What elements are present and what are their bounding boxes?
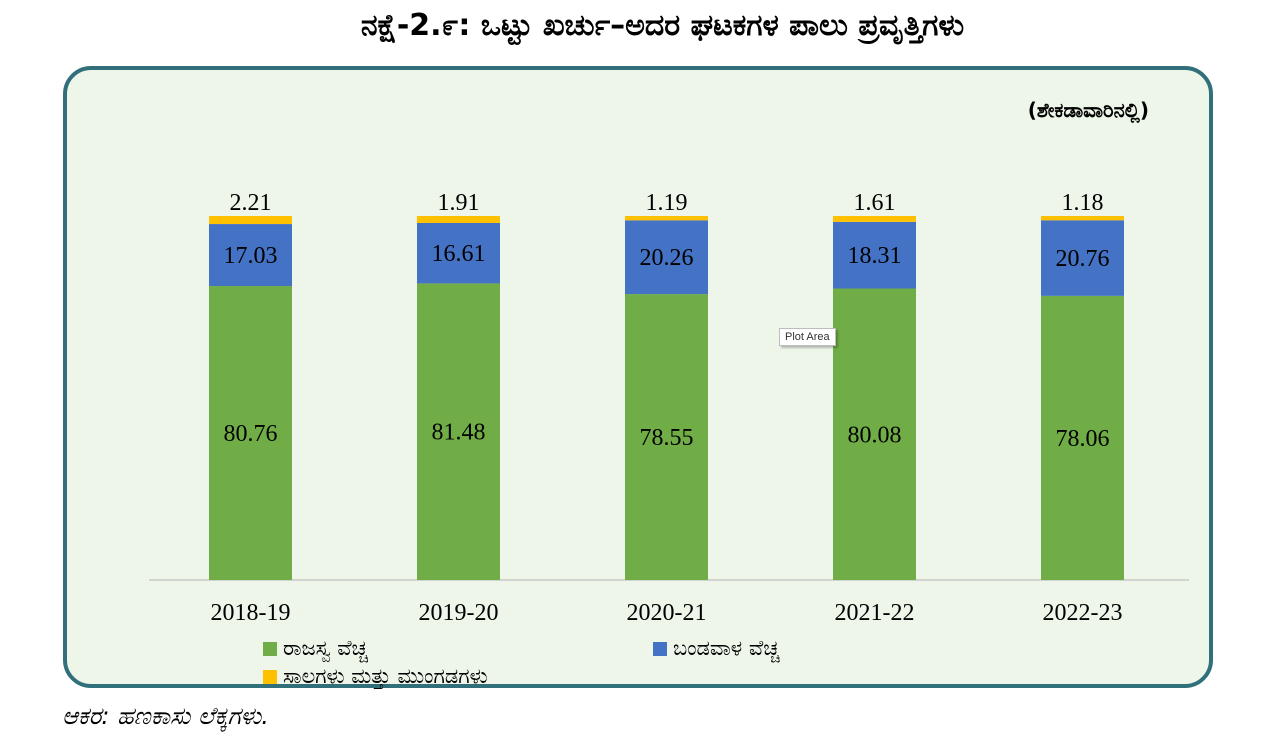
bar-loans-2020-21[interactable] bbox=[625, 216, 708, 221]
chart-title: ನಕ್ಷೆ-2.೯: ಒಟ್ಟು ಖರ್ಚು–ಅದರ ಘಟಕಗಳ ಪಾಲು ಪ್… bbox=[360, 8, 965, 43]
data-label-capital-2021-22: 18.31 bbox=[848, 243, 902, 269]
legend-swatch-revenue bbox=[263, 641, 277, 656]
x-tick-label-2019-20: 2019-20 bbox=[419, 600, 499, 626]
data-label-loans-2022-23: 1.18 bbox=[1062, 190, 1104, 216]
bar-loans-2022-23[interactable] bbox=[1041, 216, 1124, 221]
legend-item-loans: ಸಾಲಗಳು ಮತ್ತು ಮುಂಗಡಗಳು bbox=[263, 664, 488, 689]
data-label-revenue-2022-23: 78.06 bbox=[1056, 426, 1110, 452]
legend-label-revenue: ರಾಜಸ್ವ ವೆಚ್ಚ bbox=[283, 636, 368, 660]
legend-swatch-loans bbox=[263, 669, 277, 684]
legend-label-capital: ಬಂಡವಾಳ ವೆಚ್ಚ bbox=[673, 636, 780, 660]
data-label-loans-2021-22: 1.61 bbox=[854, 190, 896, 216]
data-label-loans-2018-19: 2.21 bbox=[230, 190, 272, 216]
data-label-revenue-2019-20: 81.48 bbox=[432, 420, 486, 446]
x-tick-label-2022-23: 2022-23 bbox=[1043, 600, 1123, 626]
chart-frame[interactable]: (ಶೇಕಡಾವಾರಿನಲ್ಲಿ) 80.76 17.03 2.21 2018-19 81… bbox=[63, 66, 1213, 688]
data-label-revenue-2020-21: 78.55 bbox=[640, 425, 694, 451]
data-label-capital-2022-23: 20.76 bbox=[1056, 246, 1110, 272]
legend-swatch-capital bbox=[653, 641, 667, 656]
data-label-capital-2020-21: 20.26 bbox=[640, 245, 694, 271]
data-label-capital-2019-20: 16.61 bbox=[432, 241, 486, 267]
data-label-capital-2018-19: 17.03 bbox=[224, 243, 278, 269]
data-label-revenue-2018-19: 80.76 bbox=[224, 421, 278, 447]
stacked-bar-chart: 80.76 17.03 2.21 2018-19 81.48 16.61 1.91 2019-… bbox=[149, 190, 1189, 626]
bar-loans-2019-20[interactable] bbox=[417, 216, 500, 223]
data-label-revenue-2021-22: 80.08 bbox=[848, 422, 902, 448]
x-tick-label-2020-21: 2020-21 bbox=[627, 600, 707, 626]
data-label-loans-2019-20: 1.91 bbox=[438, 190, 480, 216]
x-tick-label-2018-19: 2018-19 bbox=[211, 600, 291, 626]
legend-label-loans: ಸಾಲಗಳು ಮತ್ತು ಮುಂಗಡಗಳು bbox=[283, 664, 488, 688]
bar-loans-2021-22[interactable] bbox=[833, 216, 916, 222]
source-note: ಆಕರ: ಹಣಕಾಸು ಲೆಕ್ಕಗಳು. bbox=[62, 702, 269, 730]
bar-loans-2018-19[interactable] bbox=[209, 216, 292, 225]
x-tick-label-2021-22: 2021-22 bbox=[835, 600, 915, 626]
data-label-loans-2020-21: 1.19 bbox=[646, 190, 688, 216]
legend-item-capital: ಬಂಡವಾಳ ವೆಚ್ಚ bbox=[653, 636, 780, 661]
plot-area-tooltip: Plot Area bbox=[779, 328, 836, 346]
legend-item-revenue: ರಾಜಸ್ವ ವೆಚ್ಚ bbox=[263, 636, 368, 661]
